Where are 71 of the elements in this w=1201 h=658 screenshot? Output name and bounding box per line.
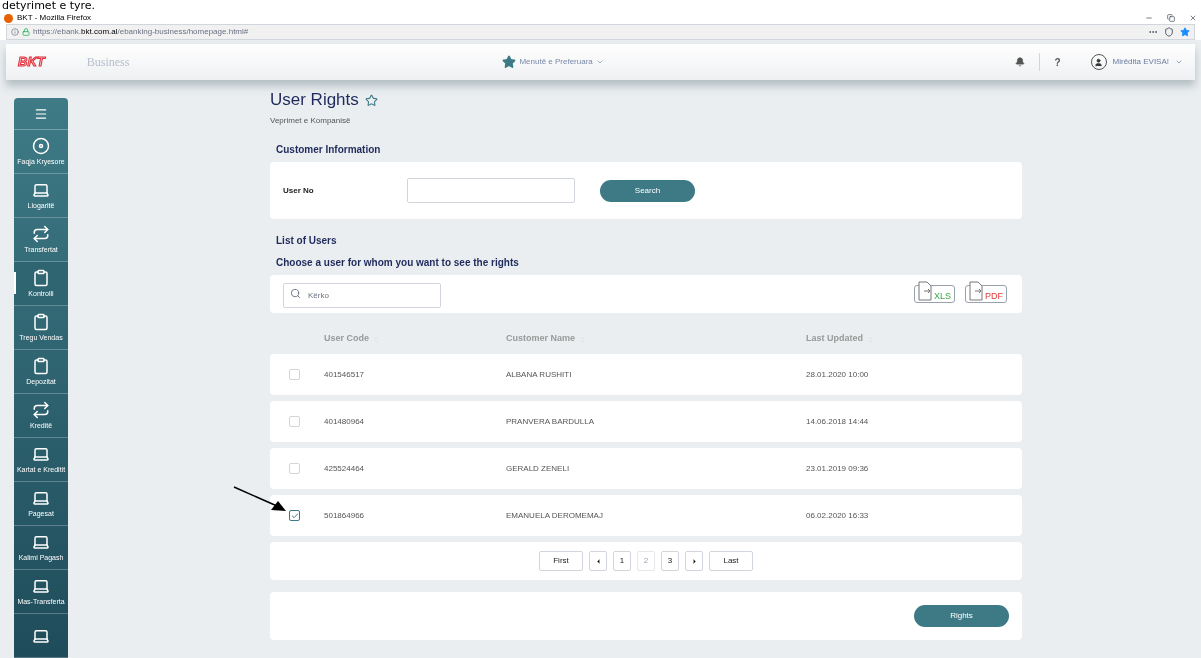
table-cell-text: 425524464	[324, 462, 366, 475]
last-page-button[interactable]: Last	[709, 551, 753, 571]
favorites-menu[interactable]: Menutë e Preferuara	[502, 55, 604, 69]
laptop-icon	[32, 181, 50, 199]
transfer-icon	[32, 401, 50, 419]
clipboard-icon	[32, 313, 50, 331]
table-row[interactable]: 425524464 GERALD ZENELI 23.01.2019 09:36	[270, 448, 1022, 489]
window-title: BKT - Mozilla Firefox	[17, 12, 92, 24]
minimize-icon[interactable]	[1145, 14, 1153, 22]
user-no-field[interactable]	[407, 178, 575, 203]
previous-page-button[interactable]	[589, 551, 607, 571]
laptop-icon	[32, 489, 50, 507]
rights-button[interactable]: Rights	[914, 605, 1009, 627]
table-cell-text: ALBANA RUSHITI	[506, 368, 573, 381]
search-button[interactable]: Search	[600, 179, 695, 202]
table-cell: 23.01.2019 09:36	[806, 462, 869, 475]
table-cell: 14.06.2018 14:44	[806, 415, 869, 428]
search-icon	[290, 287, 301, 299]
clipboard-icon	[32, 269, 50, 287]
menu-icon[interactable]	[34, 106, 48, 121]
field-label: User No	[283, 184, 315, 197]
previous-icon	[594, 557, 602, 565]
pointer-arrow	[233, 486, 287, 512]
page-button[interactable]: 3	[661, 551, 679, 571]
first-page-button[interactable]: First	[539, 551, 583, 571]
table-cell: 28.01.2020 10:00	[806, 368, 869, 381]
page-button[interactable]: 1	[613, 551, 631, 571]
page-title: User Rights	[270, 90, 359, 110]
table-cell-text: PRANVERA BARDULLA	[506, 415, 596, 428]
bkt-logo: BKT	[18, 55, 45, 69]
table-cell-text: GERALD ZENELI	[506, 462, 571, 475]
restore-icon[interactable]	[1167, 14, 1175, 22]
table-cell: 06.02.2020 16:33	[806, 509, 869, 522]
row-checkbox[interactable]	[289, 510, 300, 521]
notification-icon[interactable]	[1015, 57, 1026, 67]
section-heading: Customer Information	[276, 143, 382, 157]
file-export-icon	[918, 281, 932, 301]
laptop-icon	[32, 577, 50, 595]
table-cell-text: 401480964	[324, 415, 366, 428]
check-icon	[290, 511, 299, 520]
chevron-icon	[595, 58, 604, 66]
section-heading: List of Users	[276, 234, 338, 248]
url-text: https://ebank.bkt.com.al/ebanking-business/homepage.html#	[33, 26, 249, 38]
table-row[interactable]: 401480964 PRANVERA BARDULLA 14.06.2018 14:44	[270, 401, 1022, 442]
laptop-icon	[32, 445, 50, 463]
close-icon[interactable]	[1189, 14, 1197, 22]
transfer-icon	[32, 225, 50, 243]
favorite-star-icon[interactable]	[364, 93, 378, 107]
table-search-field[interactable]: Kërko	[283, 282, 441, 308]
laptop-icon	[32, 533, 50, 551]
table-row[interactable]: 401546517 ALBANA RUSHITI 28.01.2020 10:00	[270, 354, 1022, 395]
brand-label: Business	[86, 54, 130, 71]
clipboard-icon	[32, 357, 50, 375]
table-cell-text: EMANUELA DEROMEMAJ	[506, 509, 604, 522]
next-icon	[690, 557, 698, 565]
address-bar[interactable]: https://ebank.bkt.com.al/ebanking-business/homepage.html#	[6, 24, 1195, 40]
info-icon	[11, 28, 19, 36]
star-icon	[502, 55, 517, 69]
help-button[interactable]: ?	[1054, 54, 1061, 70]
table-cell-text: 501864966	[324, 509, 366, 522]
instruction-text: Choose a user for whom you want to see the rights	[276, 256, 520, 270]
next-page-button[interactable]	[685, 551, 703, 571]
file-export-icon	[969, 281, 983, 301]
chevron-icon	[1175, 58, 1183, 66]
user-menu[interactable]: Mirëdita EVISA!	[1090, 54, 1183, 70]
bookmark-star-icon[interactable]	[1180, 27, 1190, 37]
breadcrumb: Veprimet e Kompanisë	[270, 115, 352, 127]
table-row[interactable]: 501864966 EMANUELA DEROMEMAJ 06.02.2020 16:33	[270, 495, 1022, 536]
document-caption: detyrimet e tyre.	[1, 0, 96, 12]
table-cell-text: 401546517	[324, 368, 366, 381]
lock-icon	[22, 28, 30, 36]
